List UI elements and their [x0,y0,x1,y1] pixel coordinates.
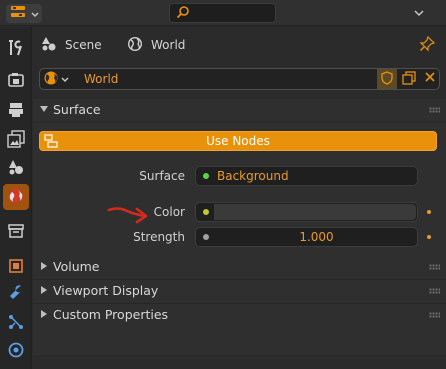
chevron-right-icon [41,262,47,270]
panel-surface-title: Surface [53,102,101,117]
chevron-right-icon [41,310,47,318]
properties-editor-icon [10,5,28,22]
tab-world[interactable] [3,184,29,210]
tab-particles[interactable] [3,310,29,336]
particles-icon [7,313,25,334]
world-name-field[interactable]: World [84,72,118,86]
drag-handle-icon[interactable] [429,264,440,270]
panel-volume-title: Volume [53,259,100,274]
chevron-down-icon [414,6,424,20]
search-icon [176,5,190,22]
pin-button[interactable] [419,35,436,55]
drag-handle-icon[interactable] [429,288,440,294]
surface-shader-field[interactable]: Background [195,166,418,186]
panel-viewport-display-title: Viewport Display [53,283,159,298]
scene-cone-sphere-icon [41,36,57,55]
use-nodes-label: Use Nodes [206,134,270,148]
context-world[interactable]: World [127,36,186,55]
chevron-down-icon [31,7,39,21]
tab-render[interactable] [3,68,29,94]
collection-box-icon [7,222,25,243]
search-input[interactable] [169,3,276,23]
tab-scene[interactable] [3,155,29,181]
tab-collection[interactable] [3,219,29,245]
fake-user-button[interactable] [377,69,397,89]
world-globe-icon [127,36,143,55]
strength-value: 1.000 [299,230,334,244]
panel-viewport-display-header[interactable]: Viewport Display [33,280,446,302]
panel-custom-properties-title: Custom Properties [53,307,169,322]
wrench-screwdriver-icon [7,39,25,60]
surface-shader-value: Background [217,169,289,183]
drag-handle-icon[interactable] [429,107,440,113]
render-camera-back-icon [7,71,25,92]
pin-icon [419,35,436,55]
duplicate-icon [402,70,416,88]
tab-output[interactable] [3,98,29,124]
tab-physics[interactable] [3,338,29,364]
use-nodes-button[interactable]: Use Nodes [39,131,437,151]
image-stack-icon [7,129,25,151]
shield-icon [380,70,394,88]
color-label: Color [153,205,185,219]
tab-modifiers[interactable] [3,280,29,306]
editor-type-selector[interactable] [6,4,42,23]
panel-custom-properties-header[interactable]: Custom Properties [33,304,446,326]
physics-orbit-icon [7,341,25,362]
world-datablock-selector[interactable]: World [39,68,440,90]
tab-tool[interactable] [3,36,29,62]
close-icon [424,71,436,87]
color-swatch[interactable] [214,204,416,220]
context-scene-label: Scene [65,38,102,52]
header-bar [0,0,446,26]
properties-tabs [0,27,32,369]
tab-view-layer[interactable] [3,127,29,153]
tab-object[interactable] [3,254,29,280]
keyframe-dot-color[interactable] [427,210,431,214]
scene-cone-sphere-icon [7,158,25,179]
context-scene[interactable]: Scene [41,36,102,55]
strength-label: Strength [133,230,185,244]
panel-volume-header[interactable]: Volume [33,256,446,278]
strength-field[interactable]: 1.000 [195,227,418,247]
world-globe-icon [43,70,59,89]
chevron-down-icon [61,72,69,86]
chevron-down-icon [40,106,48,112]
properties-main: Scene World World Surface Use Nodes Surf… [33,27,446,369]
context-world-label: World [151,38,186,52]
browse-world-button[interactable] [43,71,73,87]
shader-socket-icon [203,173,209,179]
object-square-icon [7,257,25,278]
wrench-blue-icon [7,283,25,304]
duplicate-button[interactable] [400,70,418,88]
chevron-right-icon [41,286,47,294]
panel-surface-header[interactable]: Surface [33,99,446,121]
options-menu-button[interactable] [411,5,427,21]
color-field[interactable] [195,202,418,222]
world-globe-icon [7,187,25,208]
unlink-button[interactable] [421,70,439,88]
color-socket-icon [203,209,209,215]
drag-handle-icon[interactable] [429,312,440,318]
surface-label: Surface [139,169,185,183]
printer-icon [7,101,25,122]
keyframe-dot-strength[interactable] [427,235,431,239]
